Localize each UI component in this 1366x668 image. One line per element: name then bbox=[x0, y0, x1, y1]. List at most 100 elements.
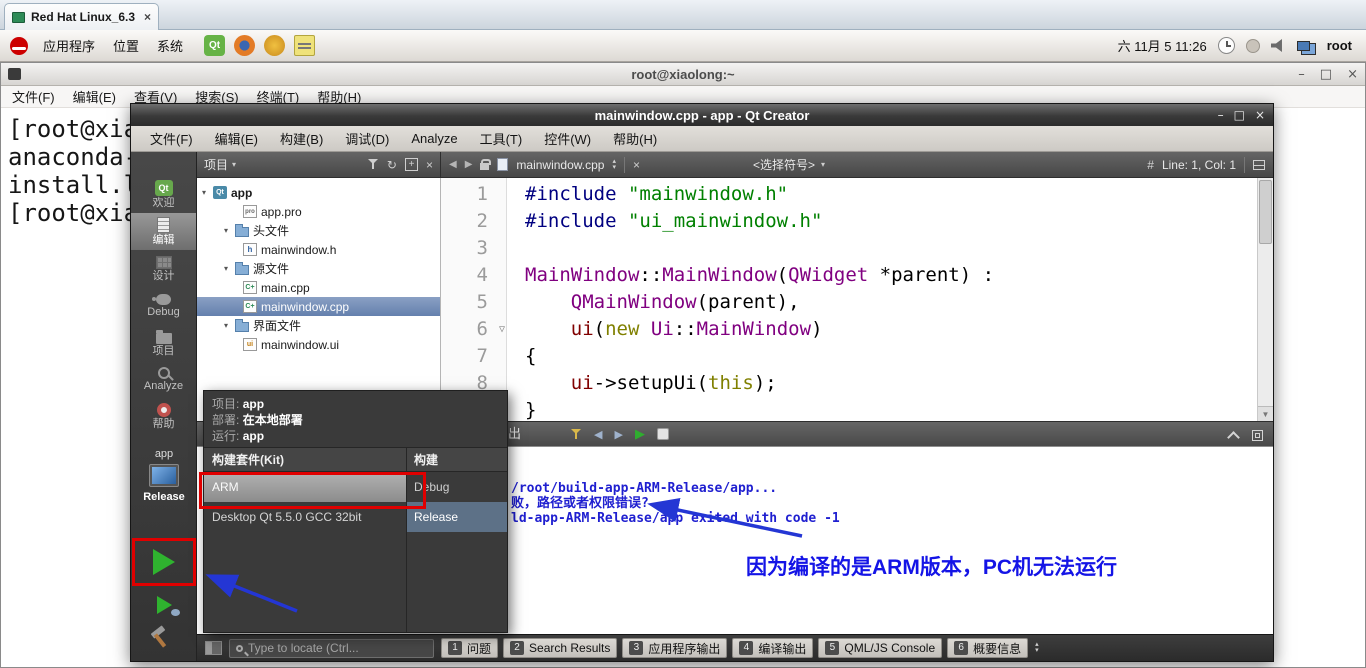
output-stop-icon[interactable] bbox=[657, 428, 669, 440]
output-tab-3[interactable]: 3应用程序输出 bbox=[622, 638, 727, 658]
terminal-minimize-icon[interactable]: – bbox=[1298, 67, 1305, 82]
output-tab-spinner[interactable]: ▴▾ bbox=[1035, 642, 1039, 654]
editor-scrollbar[interactable]: ▼ bbox=[1257, 178, 1273, 421]
tree-item[interactable]: mainwindow.ui bbox=[197, 335, 440, 354]
mode-projects[interactable]: 项目 bbox=[131, 324, 196, 361]
qtcreator-menu[interactable]: 构建(B) bbox=[269, 129, 334, 148]
volume-icon[interactable] bbox=[1271, 39, 1286, 52]
nav-sync-icon[interactable]: ↻ bbox=[387, 158, 397, 172]
expander-icon[interactable]: ▾ bbox=[221, 264, 231, 273]
qtcreator-menu[interactable]: 帮助(H) bbox=[602, 129, 668, 148]
tree-item[interactable]: main.cpp bbox=[197, 278, 440, 297]
sidebar-toggle-icon[interactable] bbox=[205, 641, 222, 655]
nav-filter-icon[interactable] bbox=[368, 159, 379, 170]
qtcreator-minimize-icon[interactable]: – bbox=[1218, 108, 1224, 122]
terminal-maximize-icon[interactable]: □ bbox=[1320, 67, 1332, 82]
output-tab-2[interactable]: 2Search Results bbox=[503, 638, 617, 658]
mode-design[interactable]: 设计 bbox=[131, 250, 196, 287]
tree-item[interactable]: ▾头文件 bbox=[197, 221, 440, 240]
output-prev-icon[interactable]: ◀ bbox=[594, 428, 602, 441]
qtcreator-menu[interactable]: 调试(D) bbox=[334, 129, 400, 148]
output-maximize-icon[interactable] bbox=[1252, 430, 1263, 441]
output-tab-4[interactable]: 4编译输出 bbox=[732, 638, 813, 658]
expander-icon[interactable]: ▾ bbox=[199, 188, 209, 197]
build-button[interactable] bbox=[131, 623, 197, 653]
nav-split-icon[interactable]: + bbox=[405, 158, 418, 171]
panel-menu[interactable]: 应用程序 bbox=[34, 36, 104, 55]
editor-gutter[interactable]: 123456▽789 bbox=[441, 178, 507, 421]
mode-analyze[interactable]: Analyze bbox=[131, 361, 196, 398]
qtcreator-menu[interactable]: 控件(W) bbox=[533, 129, 602, 148]
redhat-menu-icon[interactable] bbox=[10, 37, 28, 55]
qtcreator-menu[interactable]: 文件(F) bbox=[139, 129, 204, 148]
run-button[interactable] bbox=[131, 538, 197, 586]
locator[interactable] bbox=[229, 639, 434, 658]
build-option-debug[interactable]: Debug bbox=[406, 472, 507, 502]
terminal-menu[interactable]: 文件(F) bbox=[3, 87, 64, 106]
scrollbar-down-icon[interactable]: ▼ bbox=[1258, 406, 1273, 421]
qtcreator-titlebar[interactable]: mainwindow.cpp - app - Qt Creator – □ × bbox=[131, 104, 1273, 126]
notification-icon[interactable] bbox=[1246, 39, 1260, 53]
symbol-combo[interactable]: <选择符号>▾ bbox=[753, 156, 825, 173]
fold-marker-icon[interactable]: ▽ bbox=[499, 316, 505, 343]
symbol-combo-label: <选择符号> bbox=[753, 156, 815, 173]
locator-input[interactable] bbox=[248, 641, 408, 655]
output-tab-6[interactable]: 6概要信息 bbox=[947, 638, 1028, 658]
file-dropdown-icon[interactable]: ▴▾ bbox=[612, 159, 616, 171]
output-tab-1[interactable]: 1问题 bbox=[441, 638, 498, 658]
output-tab-5[interactable]: 5QML/JS Console bbox=[818, 638, 942, 658]
close-file-icon[interactable]: × bbox=[633, 158, 640, 172]
panel-menu[interactable]: 系统 bbox=[148, 36, 192, 55]
forward-icon[interactable]: ▶ bbox=[465, 159, 473, 170]
nav-combo[interactable]: 项目▾ bbox=[204, 156, 236, 173]
build-option-release[interactable]: Release bbox=[406, 502, 507, 532]
qtcreator-close-icon[interactable]: × bbox=[1255, 108, 1265, 122]
kit-option-arm[interactable]: ARM bbox=[204, 472, 406, 502]
mode-debug[interactable]: Debug bbox=[131, 287, 196, 324]
app-launcher-icon[interactable] bbox=[264, 35, 285, 56]
displays-icon[interactable] bbox=[1297, 41, 1310, 51]
output-tab-label: 概要信息 bbox=[973, 640, 1021, 657]
qtcreator-launcher-icon[interactable] bbox=[204, 35, 225, 56]
firefox-launcher-icon[interactable] bbox=[234, 35, 255, 56]
tree-item[interactable]: mainwindow.h bbox=[197, 240, 440, 259]
vm-tab-close-icon[interactable]: × bbox=[144, 10, 151, 24]
expander-icon[interactable]: ▾ bbox=[221, 321, 231, 330]
output-collapse-icon[interactable] bbox=[1227, 431, 1240, 444]
output-filter-icon[interactable] bbox=[571, 429, 582, 440]
qtcreator-menu[interactable]: 编辑(E) bbox=[204, 129, 269, 148]
debug-run-button[interactable] bbox=[131, 590, 197, 620]
output-next-icon[interactable]: ▶ bbox=[614, 428, 622, 441]
code-editor[interactable]: 123456▽789 #include "mainwindow.h"#inclu… bbox=[441, 178, 1257, 421]
code-area[interactable]: #include "mainwindow.h"#include "ui_main… bbox=[507, 178, 1257, 421]
qtcreator-menu[interactable]: 工具(T) bbox=[469, 129, 534, 148]
tree-item[interactable]: mainwindow.cpp bbox=[197, 297, 440, 316]
panel-menu[interactable]: 位置 bbox=[104, 36, 148, 55]
mode-edit[interactable]: 编辑 bbox=[131, 213, 196, 250]
terminal-close-icon[interactable]: × bbox=[1347, 67, 1358, 82]
tree-item[interactable]: ▾app bbox=[197, 183, 440, 202]
panel-clock[interactable]: 六 11月 5 11:26 bbox=[1118, 36, 1207, 55]
text-editor-launcher-icon[interactable] bbox=[294, 35, 315, 56]
tree-item[interactable]: app.pro bbox=[197, 202, 440, 221]
kit-option-desktop[interactable]: Desktop Qt 5.5.0 GCC 32bit bbox=[204, 502, 406, 532]
expander-icon[interactable]: ▾ bbox=[221, 226, 231, 235]
terminal-menu[interactable]: 编辑(E) bbox=[64, 87, 125, 106]
output-run-icon[interactable]: ▶ bbox=[635, 426, 645, 442]
nav-close-icon[interactable]: × bbox=[426, 158, 433, 172]
tree-item[interactable]: ▾ 源文件 bbox=[197, 259, 440, 278]
back-icon[interactable]: ◀ bbox=[449, 159, 457, 170]
split-icon[interactable] bbox=[1253, 160, 1265, 170]
mode-help[interactable]: 帮助 bbox=[131, 398, 196, 435]
tree-item[interactable]: ▾界面文件 bbox=[197, 316, 440, 335]
vm-tab[interactable]: Red Hat Linux_6.3 × bbox=[4, 3, 159, 30]
scrollbar-thumb[interactable] bbox=[1259, 180, 1272, 244]
mode-welcome[interactable]: 欢迎 bbox=[131, 176, 196, 213]
qtcreator-menu[interactable]: Analyze bbox=[400, 131, 468, 146]
tree-item-label: 源文件 bbox=[253, 260, 289, 277]
qtcreator-maximize-icon[interactable]: □ bbox=[1234, 108, 1245, 122]
clock-icon[interactable] bbox=[1218, 37, 1235, 54]
open-file-name[interactable]: mainwindow.cpp bbox=[516, 158, 604, 172]
terminal-titlebar[interactable]: root@xiaolong:~ – □ × bbox=[1, 63, 1365, 86]
target-selector[interactable]: app Release bbox=[131, 448, 197, 503]
